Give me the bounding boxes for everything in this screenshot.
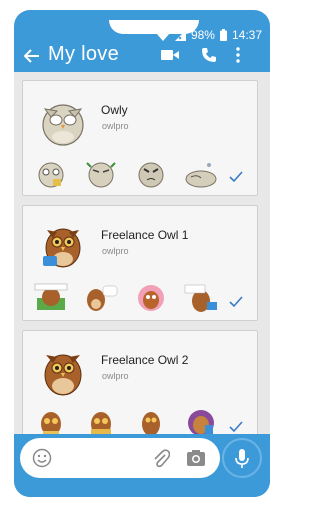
pack-name: Freelance Owl 2 [101,353,189,367]
back-arrow-icon[interactable] [22,46,42,66]
freelance-owl-sticker-thumbnail [34,283,68,310]
pack-publisher: owlpro [102,121,129,131]
freelance-owl-sticker-image [43,228,81,268]
owly-sticker-thumbnail [138,162,164,188]
owly-sticker-thumbnail [185,163,217,188]
freelance-owl-sticker-image [44,354,82,396]
signal-icon [174,29,186,41]
pack-name: Owly [101,103,128,117]
freelance-owl-sticker-thumbnail [188,410,214,434]
message-input[interactable] [20,438,220,478]
emoji-icon[interactable] [32,448,52,468]
sticker-preview-row [33,282,219,314]
checkmark-icon [229,171,243,183]
owly-sticker-thumbnail [86,162,116,188]
video-call-icon[interactable] [161,48,179,62]
pack-publisher: owlpro [102,246,129,256]
freelance-owl-sticker-thumbnail [138,285,164,311]
checkmark-icon [229,421,243,433]
app-bar: My love [14,40,270,72]
paperclip-icon[interactable] [152,448,170,468]
phone-call-icon[interactable] [201,47,217,63]
more-options-icon[interactable] [236,47,240,63]
microphone-icon [235,449,249,468]
wifi-icon [155,30,170,41]
owly-sticker-image [42,104,84,146]
sticker-pack-card[interactable]: Freelance Owl 2 owlpro [22,330,258,434]
voice-record-button[interactable] [222,438,262,478]
sticker-pack-card[interactable]: Owly owlpro [22,80,258,196]
sticker-preview-row [33,407,219,434]
sticker-preview-row [33,157,219,189]
freelance-owl-sticker-thumbnail [87,285,118,311]
chat-title[interactable]: My love [48,43,119,66]
freelance-owl-sticker-thumbnail [142,412,160,434]
phone-frame: 98% 14:37 My love Owly owlpro Freelance … [14,10,270,497]
message-composer [14,434,270,497]
pack-name: Freelance Owl 1 [101,228,189,242]
sticker-pack-list: Owly owlpro Freelance Owl 1 owlpro Freel… [14,72,270,434]
freelance-owl-sticker-thumbnail [184,284,217,312]
checkmark-icon [229,296,243,308]
freelance-owl-sticker-thumbnail [91,412,111,434]
sticker-pack-card[interactable]: Freelance Owl 1 owlpro [22,205,258,321]
camera-icon[interactable] [186,449,206,467]
status-bar: 98% 14:37 [14,10,270,42]
pack-publisher: owlpro [102,371,129,381]
freelance-owl-sticker-thumbnail [41,412,61,434]
owly-sticker-thumbnail [38,162,64,188]
